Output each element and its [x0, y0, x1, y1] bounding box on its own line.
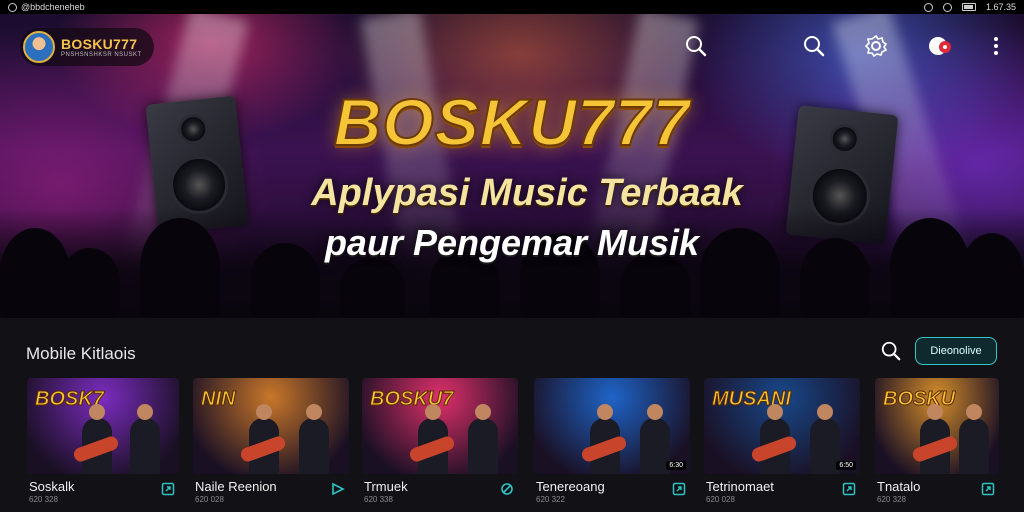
thumbnail-label: BOSKU7	[369, 388, 454, 411]
card-subtitle: 620 338	[364, 495, 393, 504]
hero-subtitle-line1: Aplypasi Music Terbaak	[311, 172, 743, 214]
hero-banner: BOSKU777 PNSHSNSHKSR NSUSKT BOSKU777 Apl…	[0, 14, 1024, 318]
signal-icon	[942, 2, 952, 12]
card-thumbnail[interactable]: 6:30	[534, 378, 690, 474]
share-icon[interactable]	[981, 482, 995, 501]
status-left: @bbdcheneheb	[8, 2, 85, 12]
play-icon[interactable]	[331, 482, 345, 501]
app-status-icon	[8, 2, 17, 12]
card-subtitle: 620 322	[536, 495, 565, 504]
section-action-button[interactable]: Dieonolive	[915, 337, 997, 365]
search-icon[interactable]	[800, 32, 828, 60]
card-title: Naile Reenion	[195, 479, 277, 494]
card-subtitle: 620 328	[877, 495, 906, 504]
share-icon[interactable]	[672, 482, 686, 501]
logo-subtitle: PNSHSNSHKSR NSUSKT	[61, 52, 142, 58]
card-title: Tetrinomaet	[706, 479, 774, 494]
content-section: Mobile Kitlaois Dieonolive BOSK7 Soskalk 6…	[0, 318, 1024, 512]
card-thumbnail[interactable]: MUSANI 6:50	[704, 378, 860, 474]
app-logo[interactable]: BOSKU777 PNSHSNSHKSR NSUSKT	[20, 28, 154, 66]
logo-avatar	[23, 31, 55, 63]
hero-title: BOSKU777	[333, 84, 691, 160]
share-icon[interactable]	[161, 482, 175, 501]
headphones-icon[interactable]	[500, 482, 514, 501]
hero-subtitle-line2: paur Pengemar Musik	[324, 222, 700, 263]
card-title: Soskalk	[29, 479, 75, 494]
card-list: BOSK7 Soskalk 620 328 NIN Naile Reenion 620 0…	[27, 378, 1007, 508]
share-icon[interactable]	[842, 482, 856, 501]
settings-icon[interactable]	[862, 32, 890, 60]
search-icon[interactable]	[880, 340, 902, 367]
duration-badge: 6:30	[666, 461, 686, 470]
status-bar: @bbdcheneheb 1.67.35	[0, 0, 1024, 14]
card-title: Tenereoang	[536, 479, 605, 494]
performer-figure	[959, 404, 990, 474]
card-thumbnail[interactable]: BOSKU7	[362, 378, 518, 474]
card-subtitle: 620 328	[29, 495, 58, 504]
card-subtitle: 620 028	[706, 495, 735, 504]
section-title: Mobile Kitlaois	[26, 344, 136, 363]
content-card[interactable]: MUSANI 6:50 Tetrinomaet 620 028	[704, 378, 860, 508]
card-title: Trmuek	[364, 479, 408, 494]
card-subtitle: 620 028	[195, 495, 224, 504]
status-time: 1.67.35	[985, 2, 1016, 12]
performer-figure	[468, 404, 499, 474]
notification-icon[interactable]	[926, 32, 954, 60]
more-vertical-icon[interactable]	[982, 32, 1010, 60]
status-right: 1.67.35	[923, 2, 1016, 12]
search-icon[interactable]	[682, 32, 710, 60]
card-thumbnail[interactable]: BOSK7	[27, 378, 179, 474]
content-card[interactable]: NIN Naile Reenion 620 028	[193, 378, 349, 508]
status-left-text: @bbdcheneheb	[21, 2, 85, 12]
content-card[interactable]: BOSK7 Soskalk 620 328	[27, 378, 179, 508]
performer-figure	[130, 404, 161, 474]
battery-icon	[961, 3, 976, 11]
card-thumbnail[interactable]: BOSKU	[875, 378, 999, 474]
thumbnail-label: NIN	[200, 388, 236, 411]
content-card[interactable]: 6:30 Tenereoang 620 322	[534, 378, 690, 508]
card-thumbnail[interactable]: NIN	[193, 378, 349, 474]
wifi-icon	[923, 2, 933, 12]
content-card[interactable]: BOSKU Tnatalo 620 328	[875, 378, 999, 508]
thumbnail-label: BOSKU	[882, 388, 956, 411]
duration-badge: 6:50	[836, 461, 856, 470]
content-card[interactable]: BOSKU7 Trmuek 620 338	[362, 378, 518, 508]
card-title: Tnatalo	[877, 479, 921, 494]
performer-figure	[299, 404, 330, 474]
logo-title: BOSKU777	[61, 36, 138, 52]
